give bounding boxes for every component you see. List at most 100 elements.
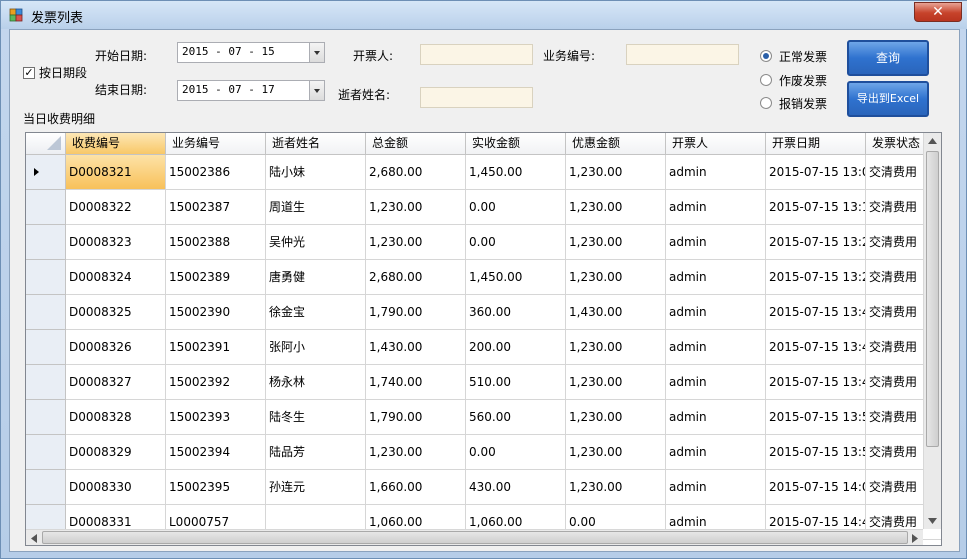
query-button[interactable]: 查询 <box>847 40 929 76</box>
table-cell[interactable]: 15002390 <box>166 295 266 330</box>
table-cell[interactable]: 15002391 <box>166 330 266 365</box>
table-cell[interactable]: admin <box>666 225 766 260</box>
table-cell[interactable]: 陆品芳 <box>266 435 366 470</box>
by-date-checkbox[interactable]: ✓ <box>23 67 35 79</box>
column-header[interactable]: 实收金额 <box>466 133 566 155</box>
table-cell[interactable]: admin <box>666 260 766 295</box>
table-cell[interactable]: D0008321 <box>66 155 166 190</box>
table-cell[interactable]: 1,230.00 <box>566 260 666 295</box>
export-excel-button[interactable]: 导出到Excel <box>847 81 929 117</box>
table-cell[interactable]: 2015-07-15 13:46 <box>766 330 866 365</box>
table-cell[interactable]: 1,230.00 <box>566 435 666 470</box>
table-cell[interactable]: D0008330 <box>66 470 166 505</box>
table-cell[interactable]: 15002392 <box>166 365 266 400</box>
table-cell[interactable]: 2015-07-15 13:02 <box>766 155 866 190</box>
table-cell[interactable]: 1,450.00 <box>466 155 566 190</box>
table-cell[interactable]: 1,450.00 <box>466 260 566 295</box>
end-date-picker[interactable]: 2015 - 07 - 17 <box>177 80 325 101</box>
row-header[interactable] <box>26 225 66 260</box>
row-header[interactable] <box>26 155 66 190</box>
table-cell[interactable]: 陆小妹 <box>266 155 366 190</box>
table-cell[interactable]: 1,430.00 <box>566 295 666 330</box>
table-cell[interactable]: D0008326 <box>66 330 166 365</box>
table-cell[interactable]: 陆冬生 <box>266 400 366 435</box>
scroll-left-icon[interactable] <box>31 534 37 543</box>
table-cell[interactable]: 200.00 <box>466 330 566 365</box>
table-cell[interactable]: 1,230.00 <box>366 190 466 225</box>
table-cell[interactable]: 1,790.00 <box>366 400 466 435</box>
table-cell[interactable]: admin <box>666 330 766 365</box>
table-cell[interactable]: 1,230.00 <box>566 225 666 260</box>
business-no-input[interactable] <box>626 44 739 65</box>
end-date-dropdown-icon[interactable] <box>309 81 324 100</box>
table-cell[interactable]: 15002386 <box>166 155 266 190</box>
table-cell[interactable]: 15002393 <box>166 400 266 435</box>
row-header[interactable] <box>26 295 66 330</box>
table-cell[interactable]: 15002394 <box>166 435 266 470</box>
row-header[interactable] <box>26 400 66 435</box>
row-header[interactable] <box>26 330 66 365</box>
row-header[interactable] <box>26 190 66 225</box>
table-cell[interactable]: 徐金宝 <box>266 295 366 330</box>
start-date-dropdown-icon[interactable] <box>309 43 324 62</box>
table-cell[interactable]: 2,680.00 <box>366 155 466 190</box>
table-cell[interactable]: admin <box>666 435 766 470</box>
issuer-input[interactable] <box>420 44 533 65</box>
column-header[interactable]: 开票人 <box>666 133 766 155</box>
table-cell[interactable]: admin <box>666 190 766 225</box>
table-cell[interactable]: D0008324 <box>66 260 166 295</box>
table-cell[interactable]: 1,430.00 <box>366 330 466 365</box>
table-cell[interactable]: 1,660.00 <box>366 470 466 505</box>
table-cell[interactable]: 1,790.00 <box>366 295 466 330</box>
table-cell[interactable]: 1,230.00 <box>366 225 466 260</box>
column-header[interactable]: 收费编号 <box>66 133 166 155</box>
horizontal-scroll-thumb[interactable] <box>42 531 908 544</box>
close-button[interactable]: ✕ <box>914 2 962 22</box>
table-cell[interactable]: 560.00 <box>466 400 566 435</box>
column-header[interactable]: 总金额 <box>366 133 466 155</box>
table-cell[interactable]: 杨永林 <box>266 365 366 400</box>
table-cell[interactable]: 1,230.00 <box>566 365 666 400</box>
table-cell[interactable]: D0008328 <box>66 400 166 435</box>
table-cell[interactable]: admin <box>666 365 766 400</box>
table-cell[interactable]: 0.00 <box>466 435 566 470</box>
vertical-scrollbar[interactable] <box>923 133 941 529</box>
invoice-grid[interactable]: 收费编号 业务编号 逝者姓名 总金额 实收金额 优惠金额 开票人 开票日期 发票状态 D00083… <box>25 132 942 546</box>
row-header[interactable] <box>26 435 66 470</box>
table-cell[interactable]: 1,740.00 <box>366 365 466 400</box>
table-cell[interactable]: 吴仲光 <box>266 225 366 260</box>
table-cell[interactable]: admin <box>666 155 766 190</box>
table-cell[interactable]: 1,230.00 <box>366 435 466 470</box>
row-header[interactable] <box>26 260 66 295</box>
table-cell[interactable]: D0008322 <box>66 190 166 225</box>
table-cell[interactable]: D0008325 <box>66 295 166 330</box>
title-bar[interactable]: 发票列表 ✕ <box>1 1 967 29</box>
table-cell[interactable]: 15002387 <box>166 190 266 225</box>
table-cell[interactable]: 张阿小 <box>266 330 366 365</box>
column-header[interactable]: 业务编号 <box>166 133 266 155</box>
start-date-picker[interactable]: 2015 - 07 - 15 <box>177 42 325 63</box>
table-cell[interactable]: 周道生 <box>266 190 366 225</box>
horizontal-scrollbar[interactable] <box>26 529 923 545</box>
radio-normal-invoice[interactable] <box>760 50 772 62</box>
table-cell[interactable]: 2015-07-15 14:03 <box>766 470 866 505</box>
table-cell[interactable]: D0008323 <box>66 225 166 260</box>
table-cell[interactable]: 0.00 <box>466 190 566 225</box>
table-cell[interactable]: 2,680.00 <box>366 260 466 295</box>
scroll-right-icon[interactable] <box>912 534 918 543</box>
grid-corner[interactable] <box>26 133 66 155</box>
table-cell[interactable]: 2015-07-15 13:55 <box>766 400 866 435</box>
column-header[interactable]: 开票日期 <box>766 133 866 155</box>
table-cell[interactable]: 0.00 <box>466 225 566 260</box>
column-header[interactable]: 优惠金额 <box>566 133 666 155</box>
table-cell[interactable]: 2015-07-15 13:20 <box>766 225 866 260</box>
row-header[interactable] <box>26 365 66 400</box>
table-cell[interactable]: 1,230.00 <box>566 330 666 365</box>
deceased-name-input[interactable] <box>420 87 533 108</box>
column-header[interactable]: 逝者姓名 <box>266 133 366 155</box>
table-cell[interactable]: 15002388 <box>166 225 266 260</box>
table-cell[interactable]: 孙连元 <box>266 470 366 505</box>
table-cell[interactable]: admin <box>666 295 766 330</box>
table-cell[interactable]: 510.00 <box>466 365 566 400</box>
table-cell[interactable]: D0008329 <box>66 435 166 470</box>
